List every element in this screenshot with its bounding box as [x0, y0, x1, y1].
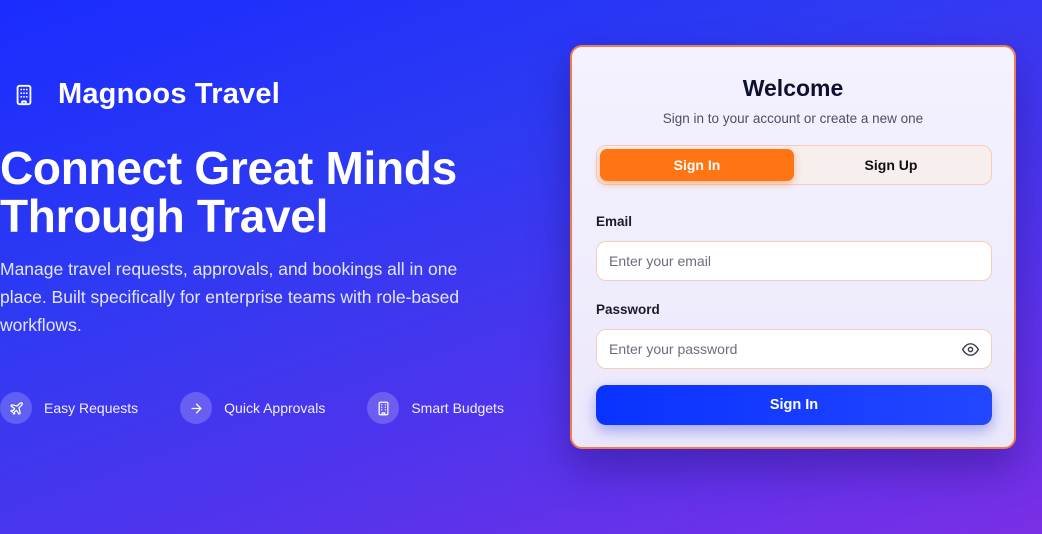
brand: Magnoos Travel — [12, 78, 280, 111]
hero-headline: Connect Great Minds Through Travel — [0, 144, 520, 240]
feature-list: Easy Requests Quick Approvals Smart Budg… — [0, 392, 546, 424]
tab-sign-up[interactable]: Sign Up — [794, 149, 988, 181]
brand-name: Magnoos Travel — [58, 78, 280, 110]
auth-tabs: Sign In Sign Up — [596, 145, 992, 185]
feature-quick-approvals: Quick Approvals — [180, 392, 325, 424]
building-icon — [367, 392, 400, 424]
building-icon — [12, 83, 36, 107]
arrow-right-icon — [180, 392, 213, 424]
card-subtitle: Sign in to your account or create a new … — [662, 111, 924, 126]
email-label: Email — [596, 214, 633, 229]
card-title: Welcome — [742, 75, 844, 101]
feature-easy-requests: Easy Requests — [0, 392, 138, 424]
password-field-wrapper — [596, 329, 992, 369]
headline-line-2: Through Travel — [0, 190, 329, 242]
password-label: Password — [596, 302, 660, 317]
feature-label: Smart Budgets — [411, 400, 504, 416]
eye-icon[interactable] — [961, 340, 979, 358]
email-field-wrapper — [596, 241, 992, 281]
feature-smart-budgets: Smart Budgets — [367, 392, 504, 424]
hero-subtext: Manage travel requests, approvals, and b… — [0, 259, 460, 335]
headline-line-1: Connect Great Minds — [0, 142, 457, 194]
feature-label: Easy Requests — [44, 400, 139, 416]
password-input[interactable] — [609, 341, 961, 357]
plane-icon — [0, 392, 32, 424]
email-input[interactable] — [609, 253, 979, 269]
auth-card: Welcome Sign in to your account or creat… — [570, 45, 1016, 449]
tab-sign-in[interactable]: Sign In — [600, 149, 794, 181]
feature-label: Quick Approvals — [224, 400, 326, 416]
sign-in-button[interactable]: Sign In — [596, 385, 992, 425]
